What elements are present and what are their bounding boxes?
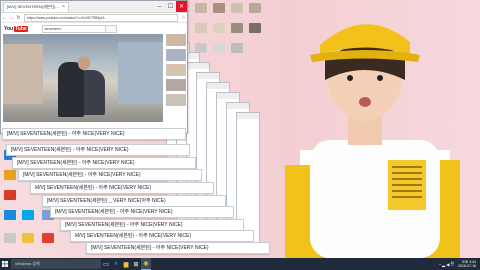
minimize-button[interactable]: – — [154, 1, 165, 12]
youtube-logo[interactable]: You Tube — [4, 25, 28, 32]
clock-date: 2016-07-16 — [458, 264, 476, 268]
desktop-icon[interactable] — [2, 210, 18, 228]
desktop-icon[interactable] — [229, 43, 245, 61]
desktop-icon[interactable] — [229, 23, 245, 41]
related-thumbnail[interactable] — [166, 94, 186, 106]
taskbar-search-input[interactable]: Windows 검색 — [11, 259, 101, 269]
system-tray: ^ ▂ ◀ 한 오후 3:44 2016-07-16 — [439, 260, 480, 269]
store-icon[interactable]: ⊞ — [131, 258, 141, 270]
desktop-icon[interactable] — [211, 43, 227, 61]
task-view-icon[interactable]: ▭ — [101, 258, 111, 270]
network-icon[interactable]: ▂ — [442, 262, 445, 267]
back-icon[interactable]: ← — [1, 15, 8, 21]
tab-close-icon[interactable]: × — [62, 4, 65, 10]
related-thumbnail[interactable] — [166, 64, 186, 76]
volume-icon[interactable]: ◀ — [446, 262, 449, 267]
url-field[interactable]: https://www.youtube.com/watch?v=KzHE7RB5… — [24, 13, 178, 22]
browser-titlebar[interactable]: [M/V] SEVENTEEN(세븐틴)... × – ☐ ✕ — [1, 1, 187, 13]
stacked-window-title[interactable]: [M/V] SEVENTEEN(세븐틴) - 아주 NICE(VERY NICE… — [86, 242, 270, 254]
clock[interactable]: 오후 3:44 2016-07-16 — [458, 260, 476, 269]
video-player[interactable] — [3, 34, 163, 122]
browser-tab[interactable]: [M/V] SEVENTEEN(세븐틴)... × — [3, 1, 69, 12]
refresh-icon[interactable]: ↻ — [15, 15, 22, 21]
close-button[interactable]: ✕ — [176, 1, 187, 12]
related-thumbnail[interactable] — [166, 79, 186, 91]
related-videos — [166, 34, 188, 109]
desktop-icon[interactable] — [229, 3, 245, 21]
desktop-icon[interactable] — [193, 23, 209, 41]
chevron-up-icon[interactable]: ^ — [439, 262, 441, 267]
windows-icon — [2, 261, 8, 267]
stacked-window-title[interactable]: [M/V] SEVENTEEN(세븐틴) - 아주 NICE(VERY NICE… — [2, 128, 186, 140]
maximize-button[interactable]: ☐ — [165, 1, 176, 12]
stacked-window-title[interactable]: M/V] SEVENTEEN(세븐틴) - 아주 NICE(VERY NICE) — [70, 230, 254, 242]
start-button[interactable] — [0, 258, 10, 270]
search-button[interactable] — [105, 24, 117, 33]
stacked-window-title[interactable]: M/V] SEVENTEEN(세븐틴) - 아주 NICE(VERY NICE) — [30, 182, 214, 194]
desktop-icon[interactable] — [211, 3, 227, 21]
stacked-window-title[interactable]: [M/V] SEVENTEEN(세븐틴) - 아주 NICE(VERY NICE… — [18, 169, 202, 181]
related-thumbnail[interactable] — [166, 49, 186, 61]
desktop-icon[interactable] — [20, 233, 36, 251]
stacked-window-title[interactable]: [M/V] SEVENTEEN(세븐틴) - 아주 NICE(VERY NICE… — [6, 144, 190, 156]
logo-text: You — [4, 25, 14, 32]
tab-title: [M/V] SEVENTEEN(세븐틴)... — [7, 4, 59, 9]
address-bar: ← → ↻ https://www.youtube.com/watch?v=Kz… — [1, 13, 187, 23]
desktop-icon[interactable] — [2, 233, 18, 251]
youtube-header: You Tube seventeen — [1, 23, 187, 34]
ime-indicator[interactable]: 한 — [450, 261, 454, 267]
file-explorer-icon[interactable]: ▆ — [121, 258, 131, 270]
desktop-icon[interactable] — [2, 170, 18, 188]
wallpaper-person — [285, 24, 460, 258]
browser-window[interactable]: [M/V] SEVENTEEN(세븐틴)... × – ☐ ✕ ← → ↻ ht… — [0, 0, 188, 134]
related-thumbnail[interactable] — [166, 34, 186, 46]
desktop: [M/V] SEVENTEEN(세븐틴)... × – ☐ ✕ ← → ↻ ht… — [0, 0, 480, 258]
star-icon[interactable]: ☆ — [180, 15, 187, 21]
stacked-window-title[interactable]: [M/V] SEVENTEEN(세븐틴) - 아주 NICE(VERY NICE… — [50, 206, 234, 218]
edge-icon[interactable]: e — [111, 258, 121, 270]
desktop-icon[interactable] — [40, 233, 56, 251]
desktop-icon[interactable] — [247, 3, 263, 21]
desktop-icon[interactable] — [211, 23, 227, 41]
taskbar: Windows 검색 ▭ e ▆ ⊞ ◉ ^ ▂ ◀ 한 오후 3:44 201… — [0, 258, 480, 270]
forward-icon[interactable]: → — [8, 15, 15, 21]
desktop-icon[interactable] — [247, 23, 263, 41]
youtube-search-input[interactable]: seventeen — [41, 24, 106, 33]
desktop-icon[interactable] — [2, 190, 18, 208]
desktop-icon[interactable] — [20, 210, 36, 228]
stacked-window-title[interactable]: [M/V] SEVENTEEN(세븐틴) - 아주 NICE(VERY NICE… — [12, 157, 196, 169]
chrome-icon[interactable]: ◉ — [141, 258, 151, 270]
logo-tube: Tube — [14, 25, 28, 32]
desktop-icon[interactable] — [193, 3, 209, 21]
